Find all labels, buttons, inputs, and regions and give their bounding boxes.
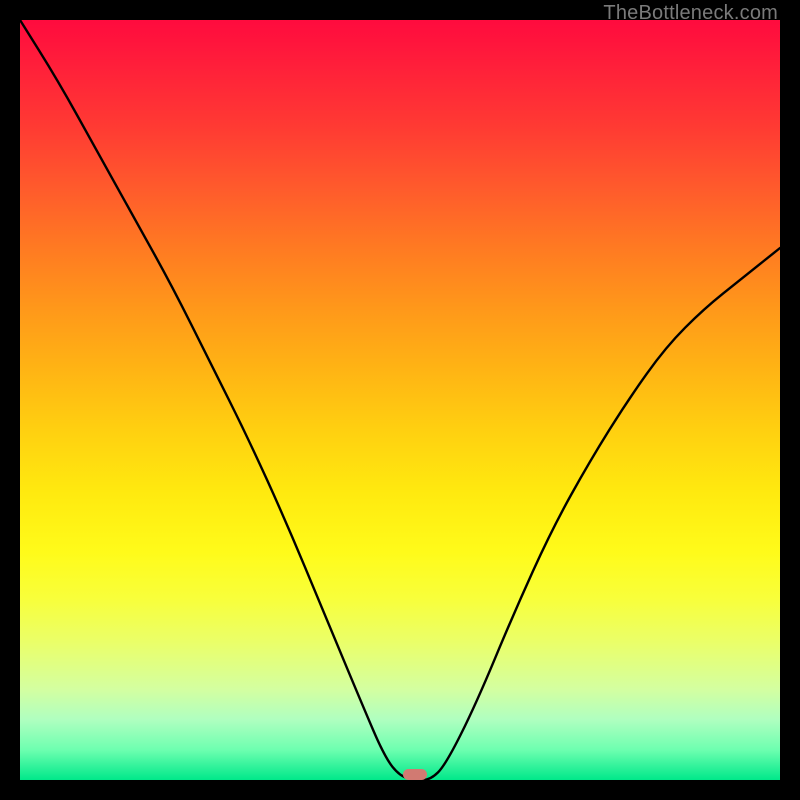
optimal-marker [403, 769, 427, 780]
bottleneck-curve [20, 20, 780, 780]
watermark-text: TheBottleneck.com [603, 2, 778, 25]
chart-frame: TheBottleneck.com [0, 0, 800, 800]
plot-area [20, 20, 780, 780]
